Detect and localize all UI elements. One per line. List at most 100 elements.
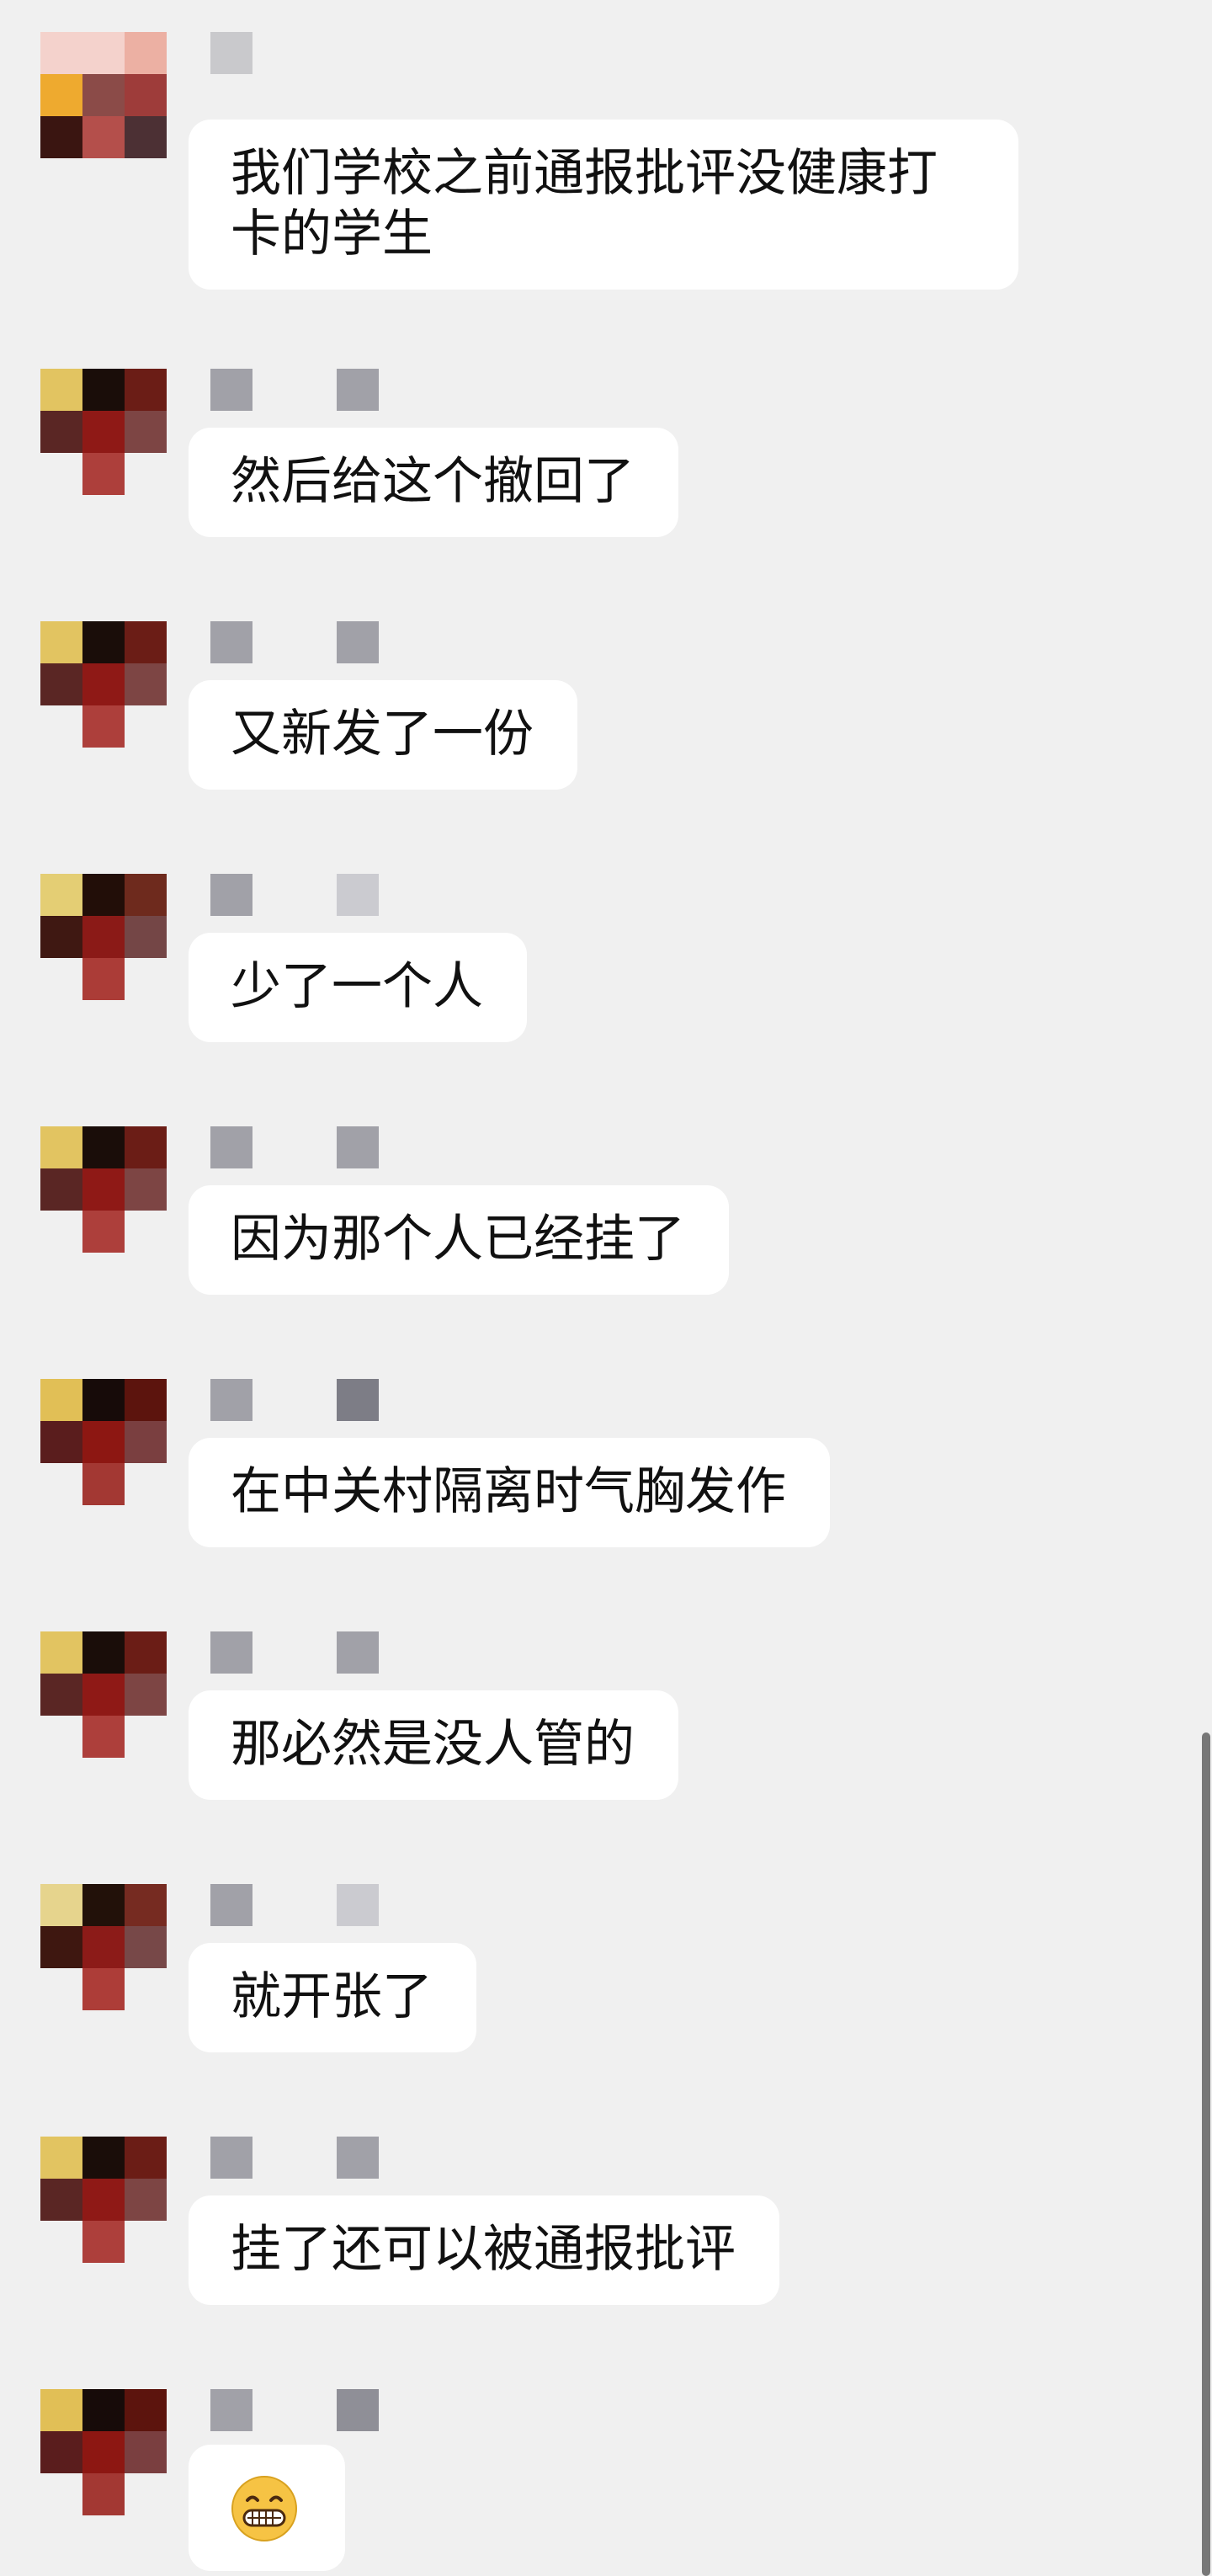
avatar-pixel: [40, 2473, 82, 2515]
name-block: [337, 874, 379, 916]
avatar[interactable]: [40, 369, 168, 497]
avatar[interactable]: [40, 2137, 168, 2265]
name-block: [210, 32, 252, 74]
avatar-pixel: [125, 411, 167, 453]
name-block: [210, 369, 252, 411]
avatar-pixel: [125, 32, 167, 74]
avatar-pixel: [125, 1463, 167, 1505]
message-bubble[interactable]: 然后给这个撤回了: [189, 428, 678, 537]
avatar-pixel: [125, 916, 167, 958]
avatar[interactable]: [40, 874, 168, 1002]
avatar-pixel: [40, 1126, 82, 1168]
avatar-pixel: [82, 411, 125, 453]
avatar-pixel: [40, 2179, 82, 2221]
name-block: [337, 369, 379, 411]
message-bubble[interactable]: 又新发了一份: [189, 680, 577, 790]
avatar-pixel: [125, 1126, 167, 1168]
avatar-pixel: [82, 916, 125, 958]
avatar-pixel: [125, 2221, 167, 2263]
avatar-pixel: [40, 1379, 82, 1421]
name-block: [210, 1379, 252, 1421]
avatar-pixel: [82, 874, 125, 916]
avatar-pixel: [40, 74, 82, 116]
avatar-pixel: [82, 1674, 125, 1716]
avatar-pixel: [82, 705, 125, 748]
avatar-pixel: [125, 1884, 167, 1926]
avatar[interactable]: [40, 621, 168, 749]
avatar[interactable]: [40, 1631, 168, 1759]
avatar-pixel: [125, 1926, 167, 1968]
avatar-pixel: [82, 958, 125, 1000]
avatar-pixel: [40, 1168, 82, 1211]
avatar-pixel: [125, 663, 167, 705]
avatar-pixel: [82, 369, 125, 411]
avatar-pixel: [40, 411, 82, 453]
avatar-pixel: [40, 453, 82, 495]
avatar-pixel: [82, 2137, 125, 2179]
avatar[interactable]: [40, 1884, 168, 2012]
sender-name: [210, 2137, 412, 2179]
avatar[interactable]: [40, 2389, 168, 2517]
message-bubble[interactable]: 挂了还可以被通报批评: [189, 2195, 779, 2305]
message-bubble[interactable]: 少了一个人: [189, 933, 527, 1042]
message-bubble[interactable]: 因为那个人已经挂了: [189, 1185, 729, 1295]
grinning-face-icon: [231, 2476, 297, 2541]
avatar-pixel: [125, 1674, 167, 1716]
avatar-pixel: [82, 116, 125, 158]
avatar-pixel: [40, 916, 82, 958]
avatar-pixel: [82, 1926, 125, 1968]
avatar-pixel: [40, 2431, 82, 2473]
avatar-pixel: [82, 453, 125, 495]
avatar-pixel: [40, 2137, 82, 2179]
avatar-pixel: [125, 2389, 167, 2431]
avatar-pixel: [82, 2221, 125, 2263]
message-bubble[interactable]: 就开张了: [189, 1943, 476, 2052]
avatar-pixel: [40, 1716, 82, 1758]
avatar-pixel: [125, 1211, 167, 1253]
avatar-pixel: [82, 2179, 125, 2221]
avatar-pixel: [125, 1168, 167, 1211]
avatar-pixel: [40, 958, 82, 1000]
message-bubble[interactable]: 那必然是没人管的: [189, 1690, 678, 1800]
avatar-pixel: [40, 1674, 82, 1716]
avatar-pixel: [125, 369, 167, 411]
message-bubble[interactable]: 在中关村隔离时气胸发作: [189, 1438, 830, 1547]
name-block: [337, 621, 379, 663]
message-bubble[interactable]: 😁: [189, 2445, 345, 2571]
avatar-pixel: [125, 1421, 167, 1463]
vertical-scrollbar[interactable]: [1202, 1732, 1210, 2576]
avatar-pixel: [40, 2221, 82, 2263]
avatar[interactable]: [40, 1126, 168, 1254]
name-block: [337, 1126, 379, 1168]
name-block: [210, 2137, 252, 2179]
message-bubble[interactable]: 我们学校之前通报批评没健康打卡的学生: [189, 120, 1018, 290]
avatar-pixel: [40, 1631, 82, 1674]
sender-name: [210, 1631, 412, 1674]
avatar-pixel: [125, 1968, 167, 2010]
name-block: [210, 1126, 252, 1168]
avatar-pixel: [82, 1126, 125, 1168]
avatar-pixel: [125, 1716, 167, 1758]
avatar-pixel: [82, 1716, 125, 1758]
avatar-pixel: [40, 621, 82, 663]
avatar[interactable]: [40, 32, 168, 160]
avatar-pixel: [82, 621, 125, 663]
name-block: [337, 1631, 379, 1674]
sender-name: [210, 32, 412, 74]
avatar-pixel: [82, 663, 125, 705]
avatar-pixel: [40, 369, 82, 411]
sender-name: [210, 369, 412, 411]
avatar-pixel: [40, 1926, 82, 1968]
sender-name: [210, 1379, 412, 1421]
name-block: [337, 2389, 379, 2431]
avatar-pixel: [125, 621, 167, 663]
avatar-pixel: [40, 2389, 82, 2431]
name-block: [210, 1884, 252, 1926]
avatar-pixel: [125, 705, 167, 748]
avatar-pixel: [40, 116, 82, 158]
sender-name: [210, 1126, 412, 1168]
avatar[interactable]: [40, 1379, 168, 1507]
avatar-pixel: [40, 874, 82, 916]
avatar-pixel: [82, 32, 125, 74]
avatar-pixel: [125, 453, 167, 495]
